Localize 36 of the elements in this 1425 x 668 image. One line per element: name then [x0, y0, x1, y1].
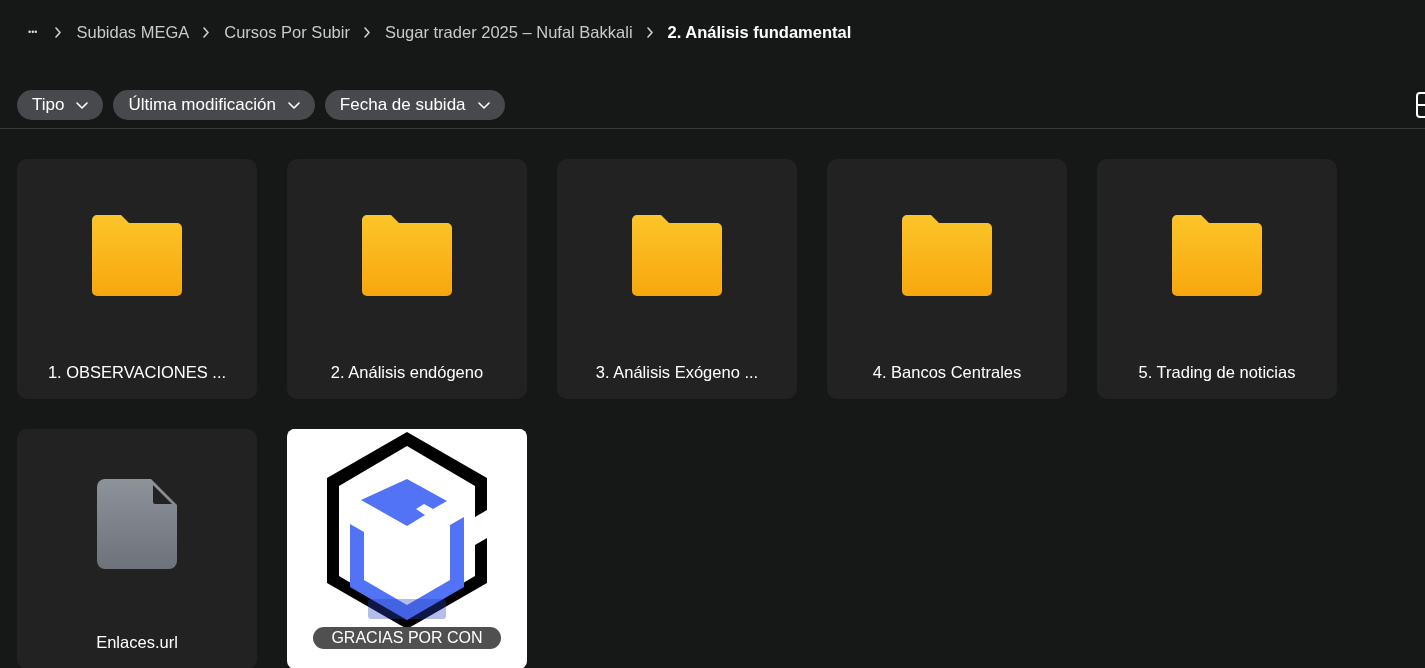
- chevron-right-icon: [646, 26, 654, 38]
- view-toggle-icon[interactable]: [1415, 91, 1425, 119]
- more-button[interactable]: •••: [24, 23, 42, 41]
- folder-name: 1. OBSERVACIONES ...: [47, 363, 227, 382]
- folder-name: 2. Análisis endógeno: [330, 363, 484, 382]
- item-card[interactable]: GRACIAS POR CON: [287, 429, 527, 668]
- image-caption: GRACIAS POR CON: [313, 627, 501, 649]
- item-card[interactable]: Enlaces.url: [17, 429, 257, 668]
- filter-dropdown[interactable]: Tipo: [17, 90, 104, 120]
- breadcrumb-link[interactable]: Sugar trader 2025 – Nufal Bakkali: [384, 22, 633, 42]
- item-card[interactable]: 3. Análisis Exógeno ...: [557, 159, 797, 399]
- file-name: Enlaces.url: [96, 633, 178, 652]
- folder-icon: [362, 215, 452, 296]
- folder-icon: [1172, 215, 1262, 296]
- chevron-right-icon: [203, 26, 211, 38]
- chevron-right-icon: [55, 26, 63, 38]
- item-card[interactable]: 2. Análisis endógeno: [287, 159, 527, 399]
- chevron-right-icon: [363, 26, 371, 38]
- item-card[interactable]: 5. Trading de noticias: [1097, 159, 1337, 399]
- item-card[interactable]: 1. OBSERVACIONES ...: [17, 159, 257, 399]
- folder-icon: [92, 215, 182, 296]
- caret-icon: [287, 101, 300, 109]
- breadcrumb-link[interactable]: Cursos Por Subir: [224, 22, 350, 42]
- caret-icon: [76, 101, 89, 109]
- item-card[interactable]: 4. Bancos Centrales: [827, 159, 1067, 399]
- folder-icon: [902, 215, 992, 296]
- file-icon: [97, 479, 177, 569]
- breadcrumb-link[interactable]: Subidas MEGA: [76, 22, 190, 42]
- folder-name: 5. Trading de noticias: [1138, 363, 1296, 382]
- folder-name: 4. Bancos Centrales: [872, 363, 1022, 382]
- folder-name: 3. Análisis Exógeno ...: [595, 363, 759, 382]
- filter-dropdown[interactable]: Última modificación: [113, 90, 315, 120]
- filter-dropdown[interactable]: Fecha de subida: [324, 90, 505, 120]
- folder-icon: [632, 215, 722, 296]
- caret-icon: [477, 101, 490, 109]
- breadcrumb-link[interactable]: 2. Análisis fundamental: [667, 22, 852, 42]
